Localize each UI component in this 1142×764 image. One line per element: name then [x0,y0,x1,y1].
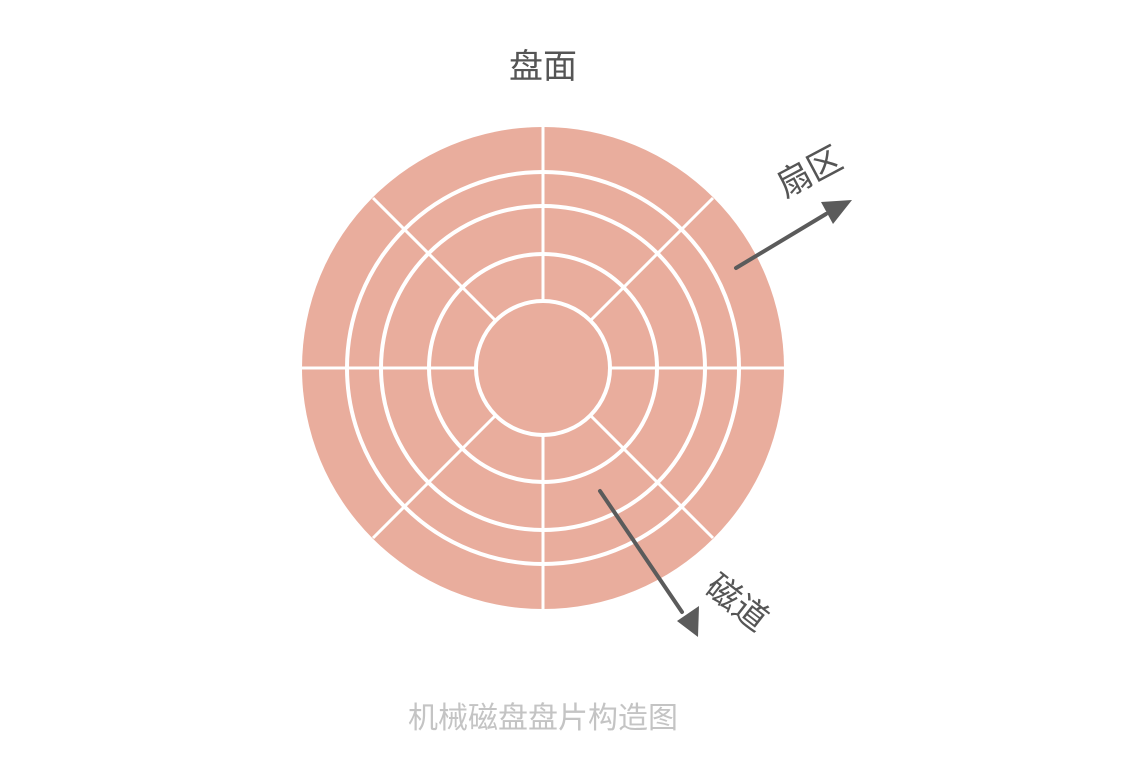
disk-platter [302,127,784,609]
sector-arrow-shaft [734,212,828,270]
track-label: 磁道 [698,567,776,640]
sector-label: 扇区 [770,139,849,206]
platter-label: 盘面 [509,47,577,87]
sector-arrow-head [821,200,852,224]
sector-pointer: 扇区 [734,139,852,270]
disk-platter-diagram: 盘面 扇区 磁道 机械磁盘盘片构造图 [302,47,852,736]
diagram-caption: 机械磁盘盘片构造图 [408,701,678,736]
